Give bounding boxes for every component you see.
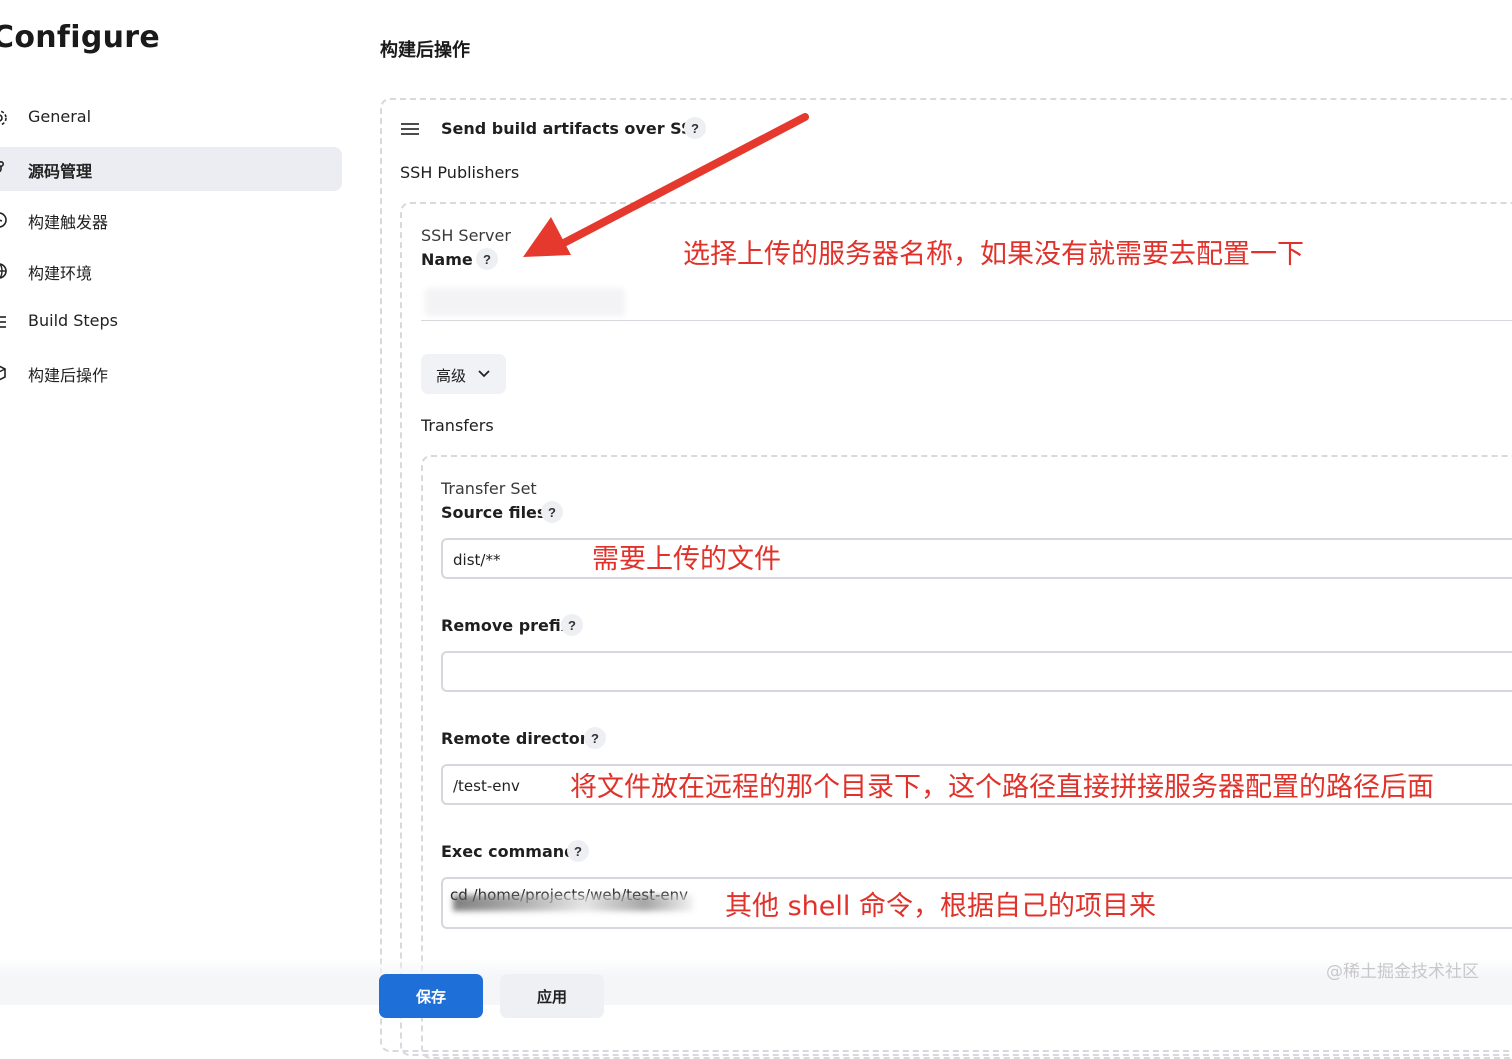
server-name-redacted (425, 288, 625, 316)
exec-command-label: Exec command (441, 842, 576, 861)
sidebar-item-build-environment[interactable]: 构建环境 (0, 249, 342, 293)
sidebar-item-general[interactable]: General (0, 96, 342, 140)
drag-handle-icon[interactable] (401, 122, 419, 136)
save-label: 保存 (415, 988, 446, 1006)
sidebar-item-label: 构建后操作 (28, 366, 109, 385)
remove-prefix-help-button[interactable]: ? (561, 614, 583, 636)
transfer-set-label: Transfer Set (441, 479, 537, 498)
cube-icon (0, 365, 6, 381)
exec-command-help-button[interactable]: ? (567, 840, 589, 862)
source-files-help-button[interactable]: ? (541, 501, 563, 523)
sidebar-item-build-triggers[interactable]: 构建触发器 (0, 198, 342, 242)
transfers-label: Transfers (421, 416, 494, 435)
ssh-publishers-label: SSH Publishers (400, 163, 520, 182)
advanced-label: 高级 (436, 367, 467, 385)
annotation-source-files: 需要上传的文件 (592, 544, 781, 575)
sidebar-item-label: Build Steps (28, 311, 119, 330)
remote-directory-label: Remote directory (441, 729, 599, 748)
gear-icon (0, 110, 7, 126)
annotation-remote-directory: 将文件放在远程的那个目录下，这个路径直接拼接服务器配置的路径后面 (570, 772, 1434, 803)
sidebar-item-build-steps[interactable]: Build Steps (0, 300, 342, 344)
remote-directory-value: /test-env (453, 777, 520, 795)
name-label: Name (421, 250, 473, 269)
annotation-name: 选择上传的服务器名称，如果没有就需要去配置一下 (683, 239, 1304, 270)
sidebar-item-label: General (28, 107, 92, 126)
sidebar-item-post-build-actions[interactable]: 构建后操作 (0, 351, 342, 395)
clock-icon (0, 212, 7, 228)
page-title: Configure (0, 20, 160, 55)
branch-icon (0, 161, 4, 173)
globe-icon (0, 263, 7, 279)
watermark: @稀土掘金技术社区 (1326, 962, 1479, 982)
sidebar-item-label: 源码管理 (28, 162, 93, 181)
sidebar-item-source-management[interactable]: 源码管理 (0, 147, 342, 191)
footer-bar (0, 958, 1512, 1005)
chevron-down-icon (478, 370, 490, 378)
source-files-value: dist/** (453, 551, 501, 569)
sidebar-item-label: 构建环境 (28, 264, 93, 283)
ssh-server-name-select[interactable] (421, 284, 1512, 321)
apply-button[interactable]: 应用 (500, 974, 604, 1018)
save-button[interactable]: 保存 (379, 974, 483, 1018)
list-icon (0, 316, 6, 328)
sidebar-item-label: 构建触发器 (28, 213, 109, 232)
remove-prefix-label: Remove prefix (441, 616, 572, 635)
advanced-button[interactable]: 高级 (421, 354, 506, 394)
name-help-button[interactable]: ? (476, 248, 498, 270)
exec-command-redacted (453, 895, 693, 911)
remove-prefix-input[interactable] (441, 651, 1512, 692)
source-files-label: Source files (441, 503, 547, 522)
annotation-exec-command: 其他 shell 命令，根据自己的项目来 (725, 891, 1156, 922)
remote-directory-help-button[interactable]: ? (584, 727, 606, 749)
apply-label: 应用 (536, 988, 567, 1006)
ssh-server-label: SSH Server (421, 226, 511, 245)
section-title: 构建后操作 (380, 40, 470, 61)
